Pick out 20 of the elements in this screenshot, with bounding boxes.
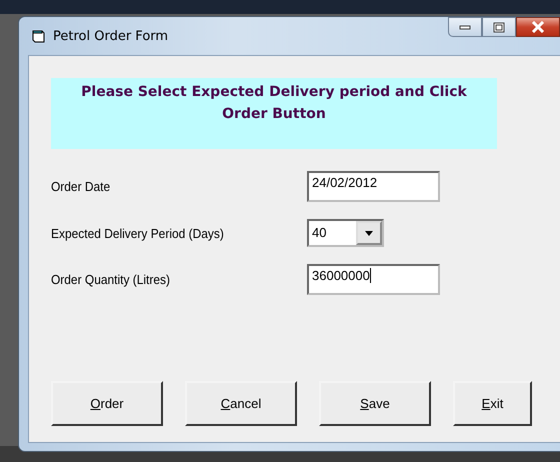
form-button[interactable]: Save: [319, 381, 431, 426]
close-button[interactable]: [516, 17, 560, 37]
close-icon: [531, 21, 545, 33]
period-dropdown[interactable]: 40: [307, 219, 384, 247]
field-label: Order Date: [51, 179, 112, 194]
input-field[interactable]: 24/02/2012: [307, 171, 440, 202]
caret-icon: [365, 230, 373, 236]
window-title: Petrol Order Form: [53, 28, 168, 44]
field-label: Order Quantity (Litres): [51, 272, 171, 287]
form-button[interactable]: Cancel: [185, 381, 297, 426]
input-field[interactable]: 36000000: [307, 264, 440, 295]
form-button[interactable]: Exit: [453, 381, 532, 426]
field-label: Expected Delivery Period (Days): [51, 226, 225, 240]
form-button[interactable]: Order: [51, 381, 163, 426]
instruction-banner: Please Select Expected Delivery period and Click Order Button: [51, 78, 497, 149]
minimize-button[interactable]: [448, 17, 482, 37]
window-icon: [31, 28, 47, 44]
maximize-icon: [493, 22, 505, 32]
maximize-button[interactable]: [482, 17, 516, 37]
minimize-icon: [459, 24, 471, 30]
